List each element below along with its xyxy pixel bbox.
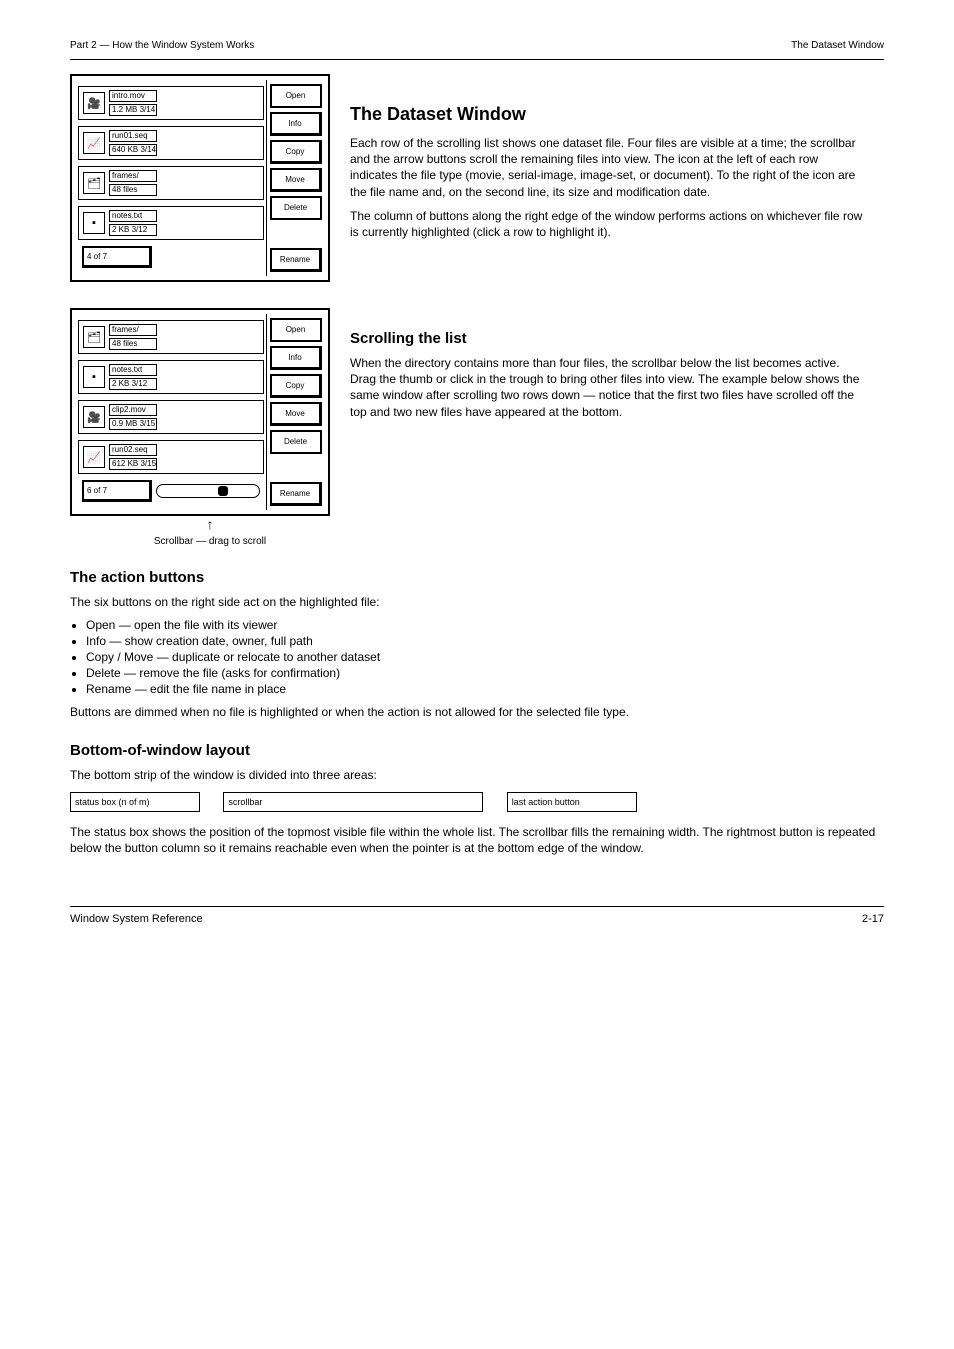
buttons-list: Open — open the file with its viewer Inf… xyxy=(86,618,884,696)
file-row[interactable]: 🗂 frames/ 48 files xyxy=(78,320,264,354)
file-row[interactable]: 🗂 frames/ 48 files xyxy=(78,166,264,200)
file-meta: 1.2 MB 3/14 xyxy=(109,104,157,116)
layout-diagram-scroll: scrollbar xyxy=(223,792,483,816)
delete-button[interactable]: Delete xyxy=(270,430,322,454)
scroll-section-paragraph: When the directory contains more than fo… xyxy=(350,355,864,420)
serial-icon: 📈 xyxy=(83,132,105,154)
open-button[interactable]: Open xyxy=(270,84,322,108)
file-meta: 640 KB 3/14 xyxy=(109,144,157,156)
dataset-window-example-2: 🗂 frames/ 48 files ▪ notes.txt 2 KB 3/12 xyxy=(70,308,330,516)
file-name: frames/ xyxy=(109,170,157,182)
file-row[interactable]: 📈 run01.seq 640 KB 3/14 xyxy=(78,126,264,160)
layout-diagram-status: status box (n of m) xyxy=(70,792,200,816)
file-name: intro.mov xyxy=(109,90,157,102)
file-name: clip2.mov xyxy=(109,404,157,416)
file-meta: 612 KB 3/15 xyxy=(109,458,157,470)
header-rule xyxy=(70,59,884,60)
header-left: Part 2 — How the Window System Works xyxy=(70,40,254,51)
layout-diagram-last: last action button xyxy=(507,792,637,816)
arrow-up-icon: ↑ xyxy=(207,516,214,532)
file-name: frames/ xyxy=(109,324,157,336)
rename-button[interactable]: Rename xyxy=(270,482,322,506)
imageset-icon: 🗂 xyxy=(83,172,105,194)
move-button[interactable]: Move xyxy=(270,402,322,426)
file-name: notes.txt xyxy=(109,364,157,376)
rename-button[interactable]: Rename xyxy=(270,248,322,272)
info-button[interactable]: Info xyxy=(270,112,322,136)
list-item: Copy / Move — duplicate or relocate to a… xyxy=(86,650,884,664)
file-row[interactable]: ▪ notes.txt 2 KB 3/12 xyxy=(78,206,264,240)
layout-section-paragraph: The bottom strip of the window is divide… xyxy=(70,767,884,783)
move-button[interactable]: Move xyxy=(270,168,322,192)
file-name: run02.seq xyxy=(109,444,157,456)
file-meta: 0.9 MB 3/15 xyxy=(109,418,157,430)
file-row[interactable]: 🎥 clip2.mov 0.9 MB 3/15 xyxy=(78,400,264,434)
page-title: The Dataset Window xyxy=(350,104,864,125)
file-meta: 2 KB 3/12 xyxy=(109,378,157,390)
imageset-icon: 🗂 xyxy=(83,326,105,348)
scrollbar-thumb[interactable] xyxy=(218,486,228,496)
list-item: Delete — remove the file (asks for confi… xyxy=(86,666,884,680)
list-item: Open — open the file with its viewer xyxy=(86,618,884,632)
page-footer: Window System Reference 2-17 xyxy=(70,906,884,925)
doc-icon: ▪ xyxy=(83,366,105,388)
file-row[interactable]: ▪ notes.txt 2 KB 3/12 xyxy=(78,360,264,394)
open-button[interactable]: Open xyxy=(270,318,322,342)
intro-paragraph-1: Each row of the scrolling list shows one… xyxy=(350,135,864,200)
serial-icon: 📈 xyxy=(83,446,105,468)
copy-button[interactable]: Copy xyxy=(270,140,322,164)
file-row[interactable]: 🎥 intro.mov 1.2 MB 3/14 xyxy=(78,86,264,120)
layout-section-paragraph-2: The status box shows the position of the… xyxy=(70,824,884,856)
file-row[interactable]: 📈 run02.seq 612 KB 3/15 xyxy=(78,440,264,474)
delete-button[interactable]: Delete xyxy=(270,196,322,220)
movie-icon: 🎥 xyxy=(83,92,105,114)
buttons-section-title: The action buttons xyxy=(70,569,884,586)
status-box: 6 of 7 xyxy=(82,480,152,502)
intro-paragraph-2: The column of buttons along the right ed… xyxy=(350,208,864,240)
file-meta: 48 files xyxy=(109,338,157,350)
list-item: Rename — edit the file name in place xyxy=(86,682,884,696)
file-name: run01.seq xyxy=(109,130,157,142)
layout-section-title: Bottom-of-window layout xyxy=(70,742,884,759)
scroll-section-title: Scrolling the list xyxy=(350,330,864,347)
file-name: notes.txt xyxy=(109,210,157,222)
buttons-section-paragraph-2: Buttons are dimmed when no file is highl… xyxy=(70,704,884,720)
footer-page: 2-17 xyxy=(862,913,884,925)
dataset-window-example-1: 🎥 intro.mov 1.2 MB 3/14 📈 run01.seq 640 … xyxy=(70,74,330,282)
scrollbar-callout: ↑ Scrollbar — drag to scroll xyxy=(70,536,350,547)
list-item: Info — show creation date, owner, full p… xyxy=(86,634,884,648)
buttons-section-paragraph: The six buttons on the right side act on… xyxy=(70,594,884,610)
doc-icon: ▪ xyxy=(83,212,105,234)
list-scrollbar[interactable] xyxy=(156,484,260,498)
status-box: 4 of 7 xyxy=(82,246,152,268)
info-button[interactable]: Info xyxy=(270,346,322,370)
footer-doc: Window System Reference xyxy=(70,913,203,925)
file-meta: 2 KB 3/12 xyxy=(109,224,157,236)
header-right: The Dataset Window xyxy=(791,40,884,51)
file-meta: 48 files xyxy=(109,184,157,196)
movie-icon: 🎥 xyxy=(83,406,105,428)
copy-button[interactable]: Copy xyxy=(270,374,322,398)
